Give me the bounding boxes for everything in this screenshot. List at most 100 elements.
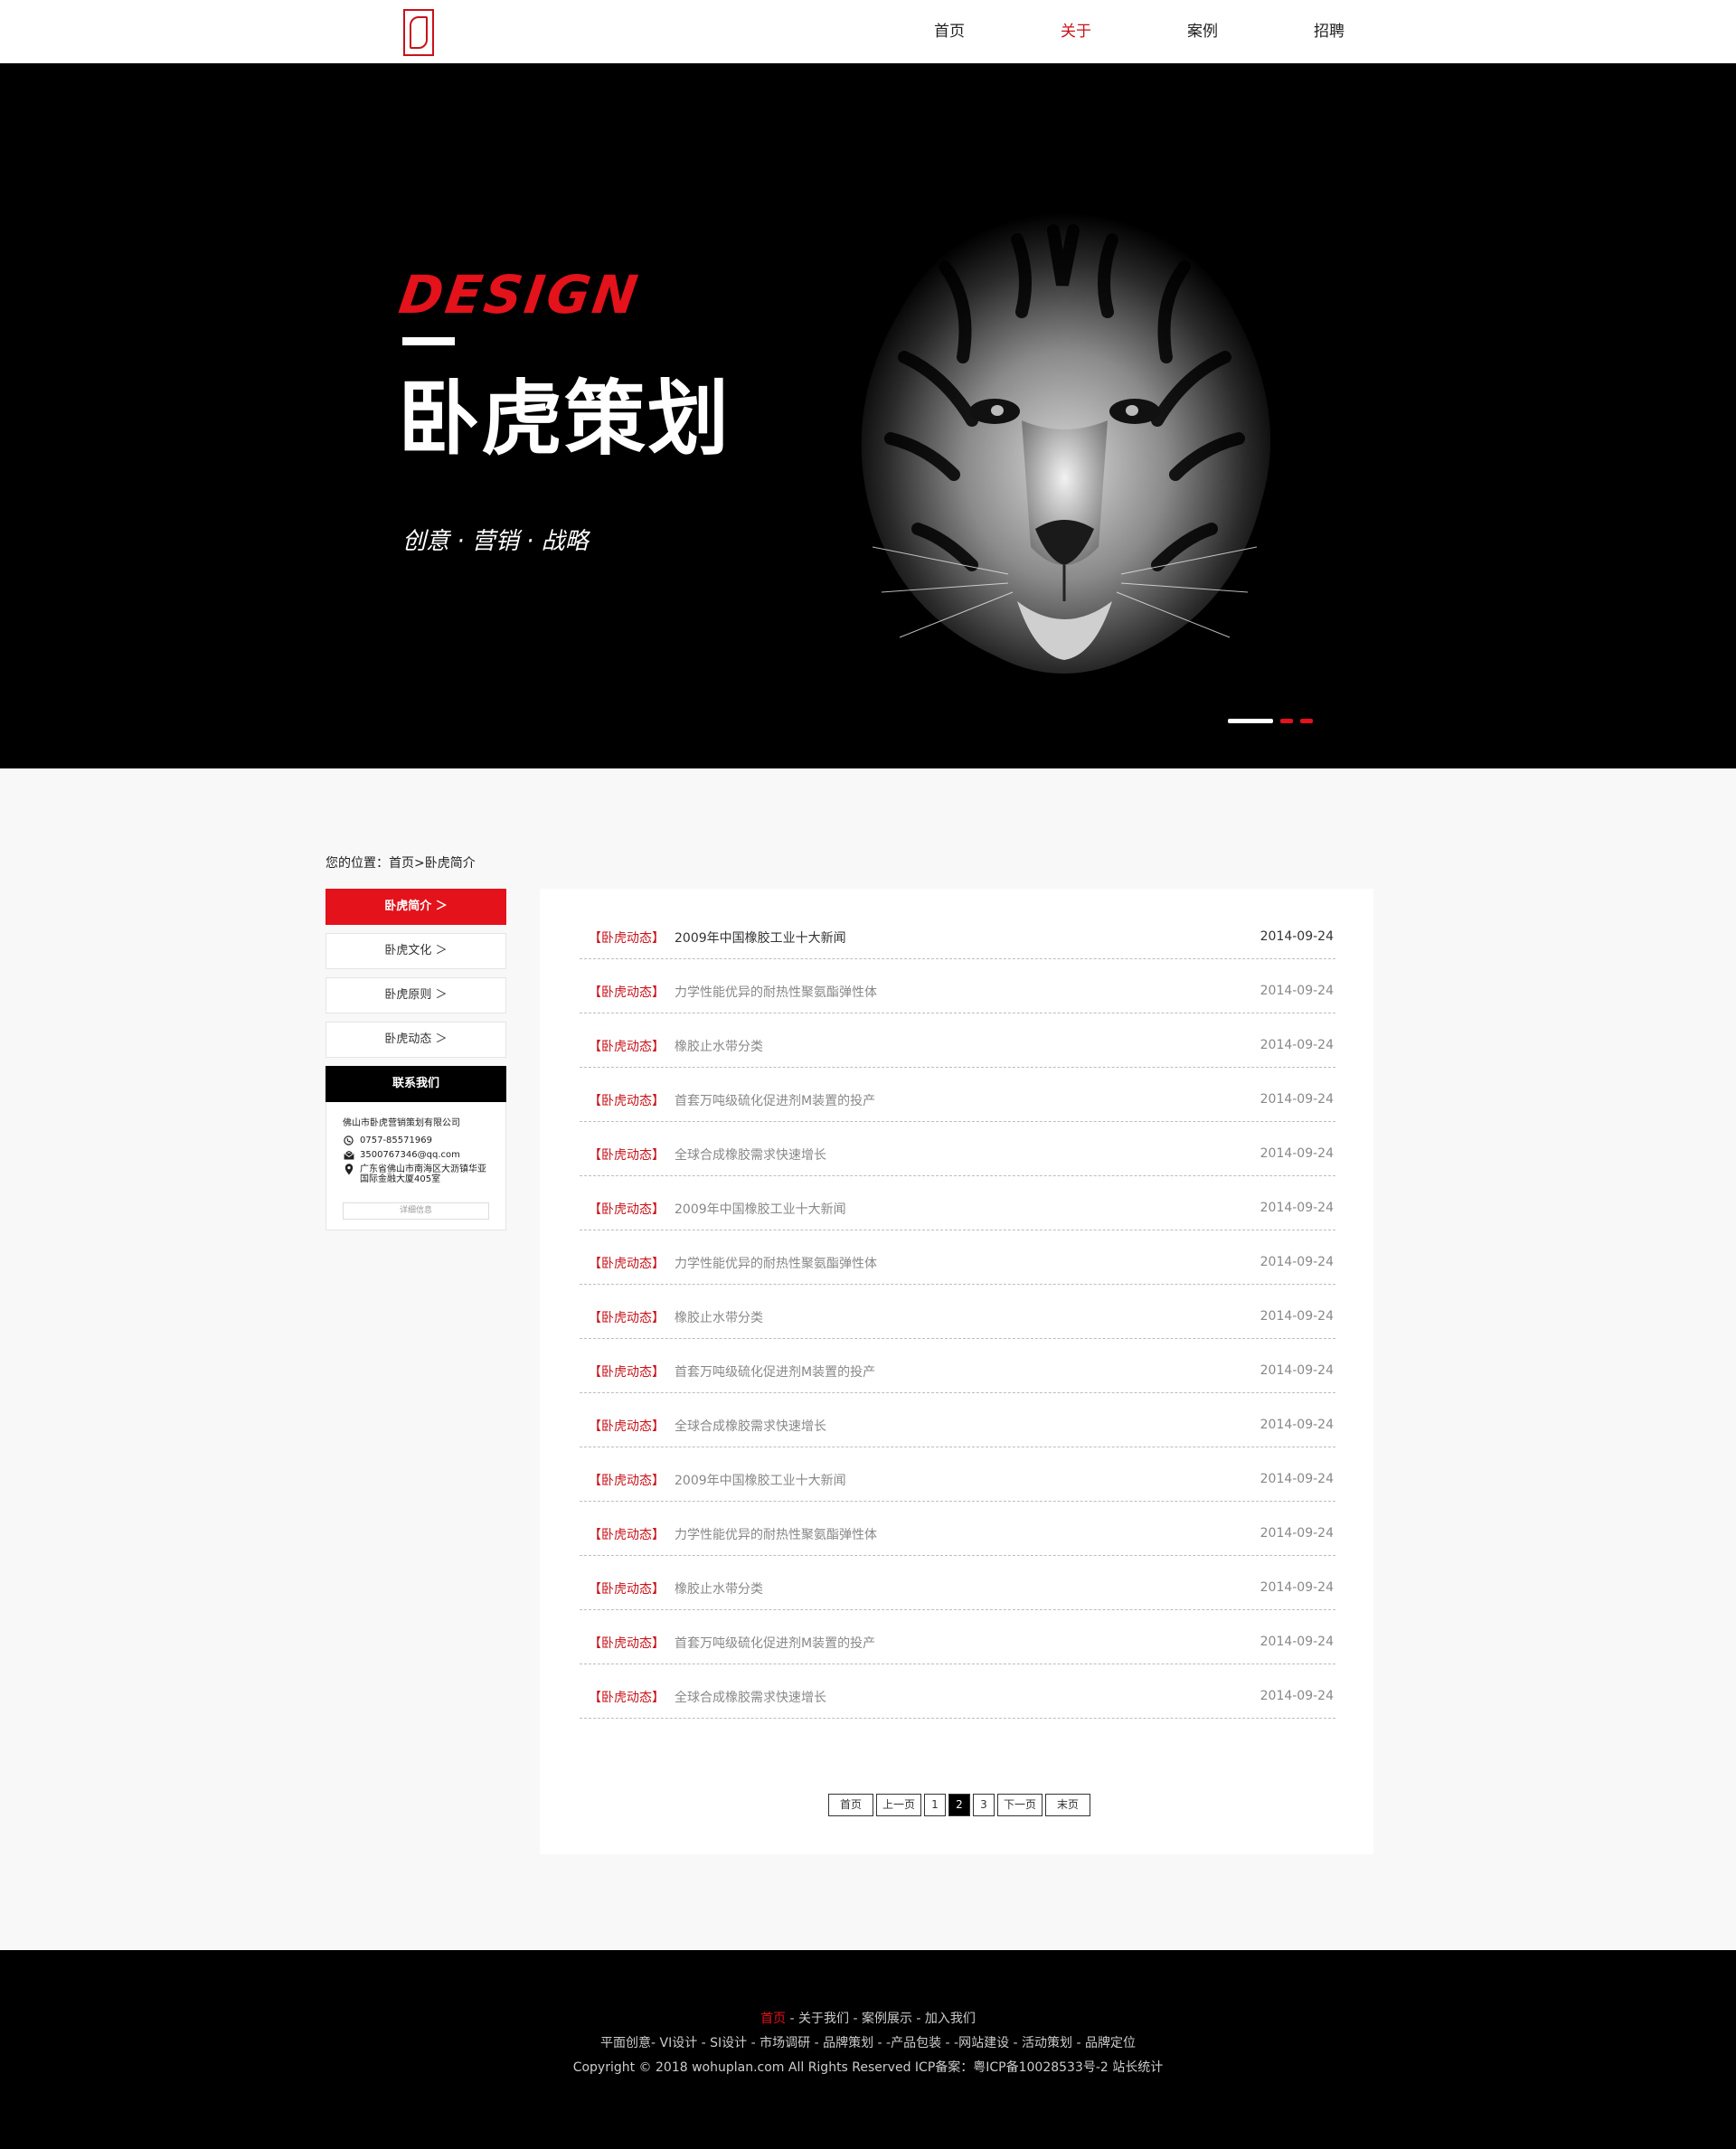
news-tag: 【卧虎动态】 <box>589 1148 665 1163</box>
news-row[interactable]: 【卧虎动态】 橡胶止水带分类 2014-09-24 <box>580 1013 1335 1068</box>
news-row[interactable]: 【卧虎动态】 2009年中国橡胶工业十大新闻 2014-09-24 <box>580 1447 1335 1502</box>
phone-icon <box>343 1136 354 1145</box>
contact-address-row: 广东省佛山市南海区大沥镇华亚国际金融大厦405室 <box>343 1164 491 1184</box>
design-word: DESIGN <box>395 264 645 325</box>
news-row[interactable]: 【卧虎动态】 橡胶止水带分类 2014-09-24 <box>580 1556 1335 1610</box>
pagination: 首页 上一页 1 2 3 下一页 末页 <box>828 1794 1090 1816</box>
page-first-button[interactable]: 首页 <box>828 1794 873 1816</box>
news-tag: 【卧虎动态】 <box>589 1419 665 1434</box>
sidebar-item-culture[interactable]: 卧虎文化 ＞ <box>326 933 506 969</box>
news-row[interactable]: 【卧虎动态】 力学性能优异的耐热性聚氨酯弹性体 2014-09-24 <box>580 1230 1335 1285</box>
contact-title: 联系我们 <box>326 1066 506 1102</box>
news-row[interactable]: 【卧虎动态】 全球合成橡胶需求快速增长 2014-09-24 <box>580 1122 1335 1176</box>
news-tag: 【卧虎动态】 <box>589 1365 665 1380</box>
contact-email-row: 3500767346@qq.com <box>343 1150 491 1160</box>
contact-email: 3500767346@qq.com <box>360 1150 460 1160</box>
nav-cases[interactable]: 案例 <box>1139 0 1266 63</box>
news-panel: 【卧虎动态】 2009年中国橡胶工业十大新闻 2014-09-24 【卧虎动态】 力学性… <box>540 889 1373 1854</box>
contact-detail-button[interactable]: 详细信息 <box>343 1202 489 1220</box>
news-row[interactable]: 【卧虎动态】 首套万吨级硫化促进剂M装置的投产 2014-09-24 <box>580 1610 1335 1664</box>
footer-link-cases[interactable]: 案例展示 <box>862 2012 912 2026</box>
tiger-logo-icon <box>410 16 428 49</box>
header: 首页 关于 案例 招聘 <box>0 0 1736 63</box>
footer-link-home[interactable]: 首页 <box>760 2012 786 2026</box>
page-next-button[interactable]: 下一页 <box>997 1794 1043 1816</box>
news-tag: 【卧虎动态】 <box>589 1528 665 1542</box>
nav-jobs[interactable]: 招聘 <box>1266 0 1392 63</box>
news-title[interactable]: 2009年中国橡胶工业十大新闻 <box>675 1471 846 1489</box>
footer-link-about[interactable]: 关于我们 <box>798 2012 849 2026</box>
page-prev-button[interactable]: 上一页 <box>876 1794 921 1816</box>
news-row[interactable]: 【卧虎动态】 橡胶止水带分类 2014-09-24 <box>580 1285 1335 1339</box>
news-title[interactable]: 2009年中国橡胶工业十大新闻 <box>675 1200 846 1218</box>
sidebar-item-intro[interactable]: 卧虎简介 ＞ <box>326 889 506 925</box>
news-date: 2014-09-24 <box>1260 1418 1334 1432</box>
slider-dot-2[interactable] <box>1280 719 1293 723</box>
main-nav: 首页 关于 案例 招聘 <box>886 0 1392 63</box>
news-date: 2014-09-24 <box>1260 1255 1334 1269</box>
footer-nav: 首页 - 关于我们 - 案例展示 - 加入我们 <box>760 2012 976 2026</box>
page-2-button[interactable]: 2 <box>948 1794 970 1816</box>
news-date: 2014-09-24 <box>1260 1580 1334 1595</box>
page-3-button[interactable]: 3 <box>973 1794 995 1816</box>
location-pin-icon <box>343 1164 354 1175</box>
news-title[interactable]: 全球合成橡胶需求快速增长 <box>675 1417 826 1435</box>
news-row[interactable]: 【卧虎动态】 首套万吨级硫化促进剂M装置的投产 2014-09-24 <box>580 1339 1335 1393</box>
news-title[interactable]: 首套万吨级硫化促进剂M装置的投产 <box>675 1091 875 1109</box>
news-tag: 【卧虎动态】 <box>589 1040 665 1054</box>
page-1-button[interactable]: 1 <box>924 1794 946 1816</box>
footer-services: 平面创意- VI设计 - SI设计 - 市场调研 - 品牌策划 - -产品包装 … <box>600 2036 1136 2050</box>
news-date: 2014-09-24 <box>1260 1689 1334 1703</box>
news-row[interactable]: 【卧虎动态】 2009年中国橡胶工业十大新闻 2014-09-24 <box>580 905 1335 959</box>
footer-link-join[interactable]: 加入我们 <box>925 2012 976 2026</box>
sidebar: 卧虎简介 ＞ 卧虎文化 ＞ 卧虎原则 ＞ 卧虎动态 ＞ 联系我们 佛山市卧虎营销… <box>326 889 506 1230</box>
news-tag: 【卧虎动态】 <box>589 1582 665 1597</box>
nav-home[interactable]: 首页 <box>886 0 1013 63</box>
news-date: 2014-09-24 <box>1260 1635 1334 1649</box>
news-date: 2014-09-24 <box>1260 1038 1334 1052</box>
footer: 首页 - 关于我们 - 案例展示 - 加入我们 平面创意- VI设计 - SI设… <box>0 1950 1736 2149</box>
news-title[interactable]: 橡胶止水带分类 <box>675 1037 763 1055</box>
news-title[interactable]: 力学性能优异的耐热性聚氨酯弹性体 <box>675 983 877 1001</box>
news-tag: 【卧虎动态】 <box>589 1094 665 1108</box>
footer-copyright: Copyright © 2018 wohuplan.com All Rights… <box>572 2060 1164 2075</box>
title-divider <box>402 337 455 345</box>
news-title[interactable]: 2009年中国橡胶工业十大新闻 <box>675 928 846 947</box>
news-row[interactable]: 【卧虎动态】 全球合成橡胶需求快速增长 2014-09-24 <box>580 1393 1335 1447</box>
news-row[interactable]: 【卧虎动态】 2009年中国橡胶工业十大新闻 2014-09-24 <box>580 1176 1335 1230</box>
slider-dot-3[interactable] <box>1300 719 1313 723</box>
news-tag: 【卧虎动态】 <box>589 1202 665 1217</box>
news-title[interactable]: 全球合成橡胶需求快速增长 <box>675 1145 826 1164</box>
news-date: 2014-09-24 <box>1260 1472 1334 1486</box>
slider-dots <box>1228 719 1313 723</box>
news-tag: 【卧虎动态】 <box>589 1691 665 1705</box>
news-date: 2014-09-24 <box>1260 1201 1334 1215</box>
slider-dot-1[interactable] <box>1228 719 1273 723</box>
news-title[interactable]: 橡胶止水带分类 <box>675 1308 763 1326</box>
breadcrumb: 您的位置：首页>卧虎简介 <box>326 856 476 871</box>
news-title[interactable]: 力学性能优异的耐热性聚氨酯弹性体 <box>675 1525 877 1543</box>
news-tag: 【卧虎动态】 <box>589 1474 665 1488</box>
news-title[interactable]: 全球合成橡胶需求快速增长 <box>675 1688 826 1706</box>
page-last-button[interactable]: 末页 <box>1045 1794 1090 1816</box>
nav-about[interactable]: 关于 <box>1013 0 1139 63</box>
news-row[interactable]: 【卧虎动态】 力学性能优异的耐热性聚氨酯弹性体 2014-09-24 <box>580 1502 1335 1556</box>
news-title[interactable]: 首套万吨级硫化促进剂M装置的投产 <box>675 1362 875 1381</box>
mail-icon <box>343 1150 354 1160</box>
news-date: 2014-09-24 <box>1260 984 1334 998</box>
news-title[interactable]: 力学性能优异的耐热性聚氨酯弹性体 <box>675 1254 877 1272</box>
news-tag: 【卧虎动态】 <box>589 985 665 1000</box>
sidebar-item-principles[interactable]: 卧虎原则 ＞ <box>326 977 506 1013</box>
news-title[interactable]: 橡胶止水带分类 <box>675 1579 763 1598</box>
news-list: 【卧虎动态】 2009年中国橡胶工业十大新闻 2014-09-24 【卧虎动态】 力学性… <box>580 905 1335 1719</box>
logo[interactable] <box>403 9 434 56</box>
news-date: 2014-09-24 <box>1260 1309 1334 1324</box>
news-row[interactable]: 【卧虎动态】 全球合成橡胶需求快速增长 2014-09-24 <box>580 1664 1335 1719</box>
news-row[interactable]: 【卧虎动态】 力学性能优异的耐热性聚氨酯弹性体 2014-09-24 <box>580 959 1335 1013</box>
news-title[interactable]: 首套万吨级硫化促进剂M装置的投产 <box>675 1634 875 1652</box>
news-date: 2014-09-24 <box>1260 1146 1334 1161</box>
news-row[interactable]: 【卧虎动态】 首套万吨级硫化促进剂M装置的投产 2014-09-24 <box>580 1068 1335 1122</box>
news-date: 2014-09-24 <box>1260 1092 1334 1107</box>
news-tag: 【卧虎动态】 <box>589 931 665 946</box>
sidebar-item-news[interactable]: 卧虎动态 ＞ <box>326 1022 506 1058</box>
